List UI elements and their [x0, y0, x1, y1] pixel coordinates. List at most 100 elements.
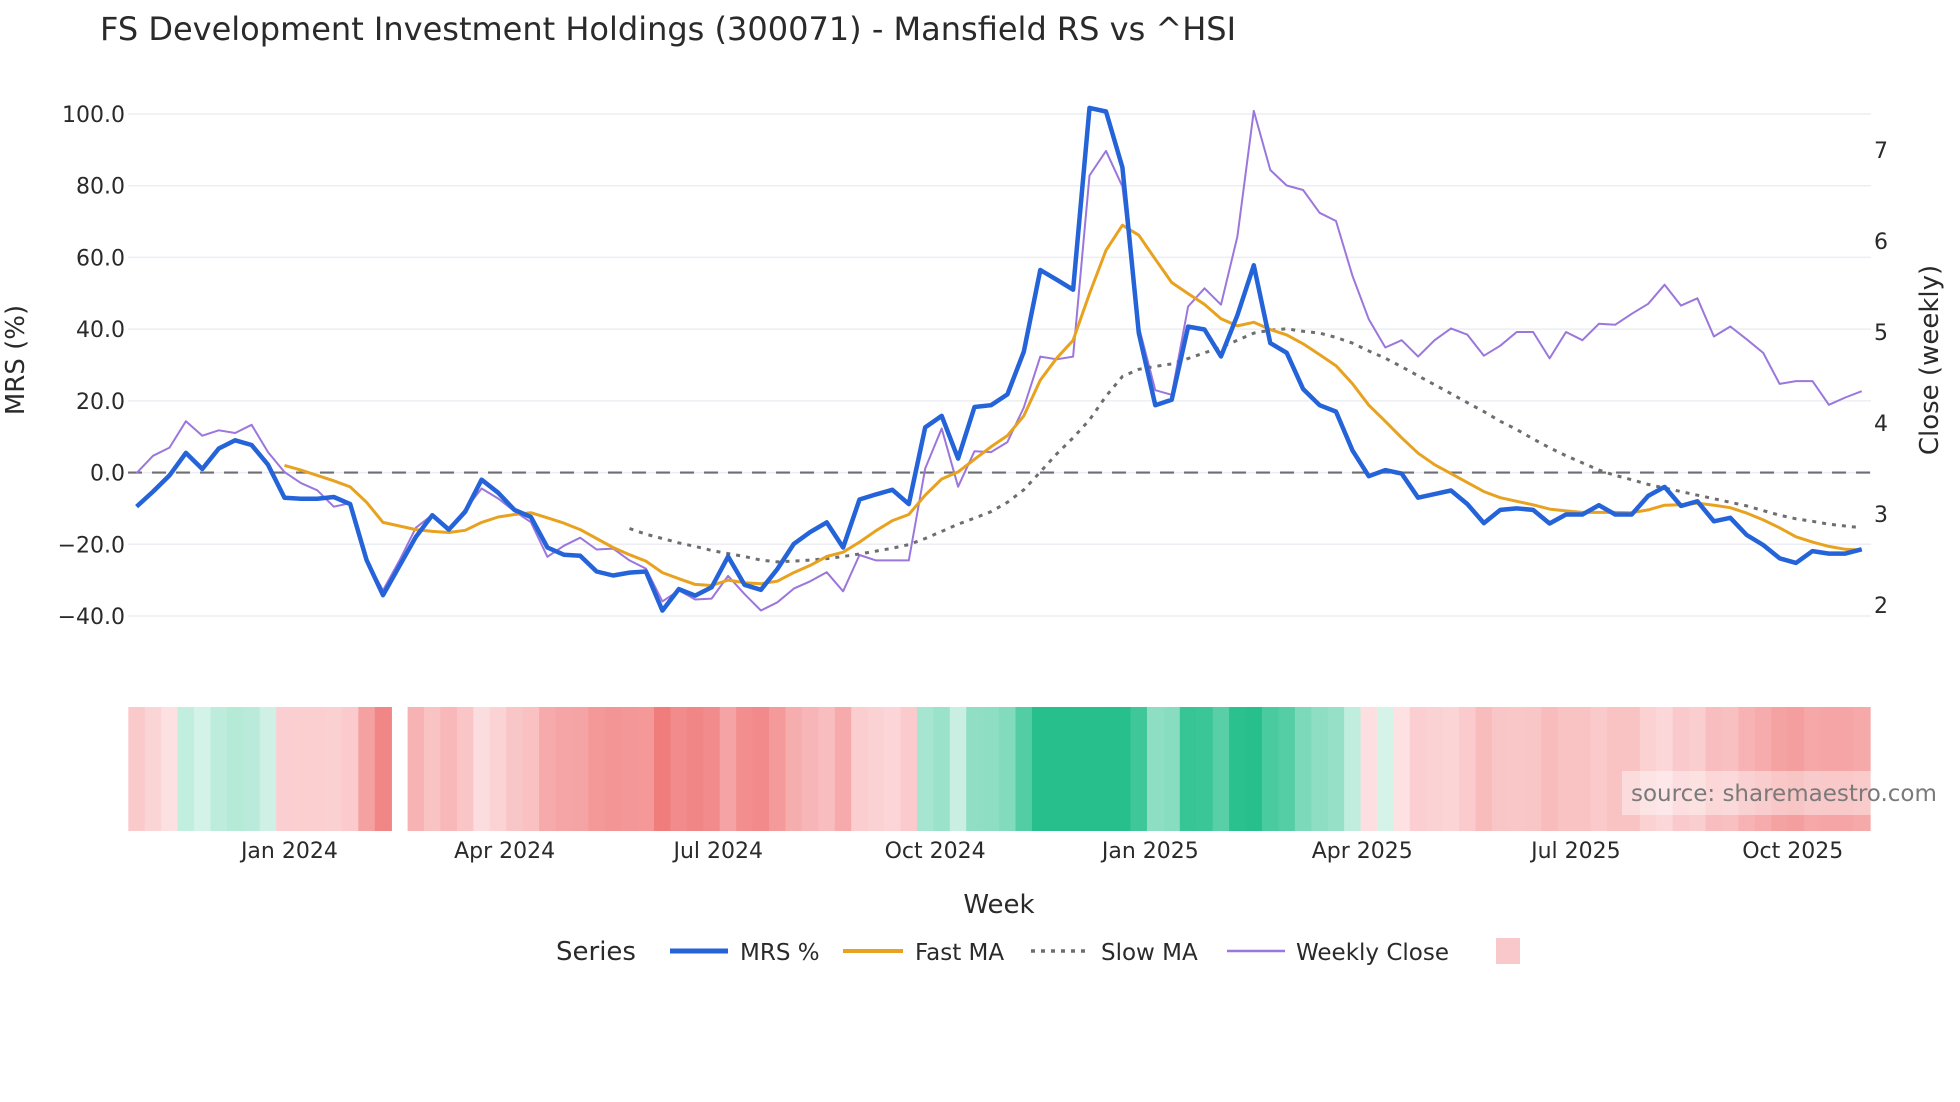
heatmap-cell — [1574, 707, 1592, 831]
heatmap-cell — [654, 707, 672, 831]
heatmap-cell — [1475, 707, 1493, 831]
heatmap-cell — [1278, 707, 1296, 831]
y-tick-label: 60.0 — [76, 246, 125, 271]
legend-item-weekly-close[interactable]: Weekly Close — [1227, 940, 1449, 966]
y-tick-label: 40.0 — [76, 318, 125, 343]
heatmap-cell — [571, 707, 590, 831]
heatmap-cell — [818, 707, 836, 831]
mansfield-rs-chart: FS Development Investment Holdings (3000… — [1, 10, 1960, 967]
x-tick-label: Apr 2024 — [454, 839, 555, 864]
heatmap-cell — [1031, 707, 1050, 831]
heatmap-cell — [506, 707, 524, 831]
heatmap-cell — [900, 707, 918, 831]
heatmap-cell — [539, 707, 557, 831]
x-tick-label: Jan 2024 — [239, 839, 338, 864]
heatmap-cell — [621, 707, 639, 831]
heatmap-cell — [210, 707, 228, 831]
y-tick-label: 0.0 — [90, 462, 125, 487]
heatmap-cell — [1261, 707, 1280, 831]
y-tick-label: −40.0 — [58, 605, 125, 630]
heatmap-cell — [194, 707, 212, 831]
heatmap-cell — [555, 707, 573, 831]
heatmap-cell — [144, 707, 162, 831]
heatmap-cell — [1491, 707, 1510, 831]
heatmap-cell — [1590, 707, 1608, 831]
heatmap-cell — [1459, 707, 1477, 831]
x-tick-label: Oct 2025 — [1742, 839, 1843, 864]
legend-item-mrs[interactable]: MRS % — [670, 940, 820, 966]
heatmap-cell — [949, 707, 967, 831]
heatmap-cell — [1508, 707, 1526, 831]
heatmap-cell — [1163, 707, 1181, 831]
heatmap-cell — [637, 707, 655, 831]
heatmap-cell — [769, 707, 787, 831]
legend-label-fast-ma: Fast MA — [915, 940, 1004, 966]
legend-item-fast-ma[interactable]: Fast MA — [843, 940, 1004, 966]
heatmap-cell — [933, 707, 951, 831]
x-tick-label: Jul 2024 — [671, 839, 763, 864]
y2-axis-title: Close (weekly) — [1915, 265, 1945, 455]
legend-swatch-heatmap[interactable] — [1496, 938, 1520, 964]
x-tick-label: Apr 2025 — [1312, 839, 1413, 864]
heatmap-cell — [374, 707, 392, 831]
y2-tick-label: 5 — [1874, 321, 1888, 346]
right-axis-ticks: 7 6 5 4 3 2 — [1874, 139, 1888, 619]
heatmap-cell — [440, 707, 458, 831]
heatmap-cell — [424, 707, 442, 831]
heatmap-cell — [1376, 707, 1395, 831]
heatmap-cell — [1607, 707, 1625, 831]
y2-tick-label: 7 — [1874, 139, 1888, 164]
heatmap-cell — [851, 707, 869, 831]
heatmap-cell — [1426, 707, 1444, 831]
heatmap-cell — [259, 707, 277, 831]
heatmap-cell — [752, 707, 770, 831]
x-axis-ticks: Jan 2024 Apr 2024 Jul 2024 Oct 2024 Jan 2025… — [239, 839, 1843, 864]
heatmap-cell — [686, 707, 705, 831]
y2-tick-label: 2 — [1874, 594, 1888, 619]
heatmap-cell — [736, 707, 754, 831]
legend-title: Series — [556, 937, 636, 967]
heatmap-cell — [1294, 707, 1313, 831]
series-lines — [135, 105, 1863, 613]
y-axis-title: MRS (%) — [1, 305, 31, 415]
heatmap-cell — [588, 707, 606, 831]
legend-item-slow-ma[interactable]: Slow MA — [1031, 940, 1198, 966]
heatmap-cell — [341, 707, 360, 831]
heatmap-cell — [867, 707, 885, 831]
x-axis-title: Week — [963, 890, 1034, 920]
heatmap-cell — [128, 707, 146, 831]
heatmap-cell — [801, 707, 820, 831]
legend: Series MRS % Fast MA Slow MA Weekly Clos… — [556, 937, 1520, 967]
heatmap-cell — [834, 707, 852, 831]
heatmap-cell — [325, 707, 343, 831]
heatmap-cell — [719, 707, 737, 831]
heatmap-cell — [1015, 707, 1033, 831]
x-tick-label: Oct 2024 — [885, 839, 986, 864]
x-tick-label: Jan 2025 — [1100, 839, 1199, 864]
heatmap-cell — [703, 707, 721, 831]
y2-tick-label: 6 — [1874, 230, 1888, 255]
heatmap-cell — [1146, 707, 1165, 831]
heatmap-cell — [1524, 707, 1543, 831]
legend-label-weekly-close: Weekly Close — [1296, 940, 1449, 966]
heatmap-cell — [1557, 707, 1575, 831]
heatmap-cell — [916, 707, 935, 831]
heatmap-cell — [1442, 707, 1460, 831]
mrs-heatmap-strip — [128, 707, 1871, 831]
gridlines — [128, 113, 1871, 617]
heatmap-cell — [1064, 707, 1083, 831]
heatmap-cell — [309, 707, 327, 831]
y2-tick-label: 4 — [1874, 412, 1888, 437]
left-axis-ticks: 100.0 80.0 60.0 40.0 20.0 0.0 −20.0 −40.0 — [58, 103, 125, 630]
heatmap-cell — [358, 707, 376, 831]
heatmap-cell — [604, 707, 622, 831]
heatmap-cell — [243, 707, 261, 831]
series-line-slow-ma — [629, 327, 1862, 564]
heatmap-cell — [292, 707, 310, 831]
heatmap-cell — [1212, 707, 1230, 831]
y-tick-label: 100.0 — [62, 103, 125, 128]
heatmap-cell — [982, 707, 1000, 831]
heatmap-cell — [276, 707, 294, 831]
heatmap-cell — [489, 707, 507, 831]
heatmap-cell — [1229, 707, 1247, 831]
